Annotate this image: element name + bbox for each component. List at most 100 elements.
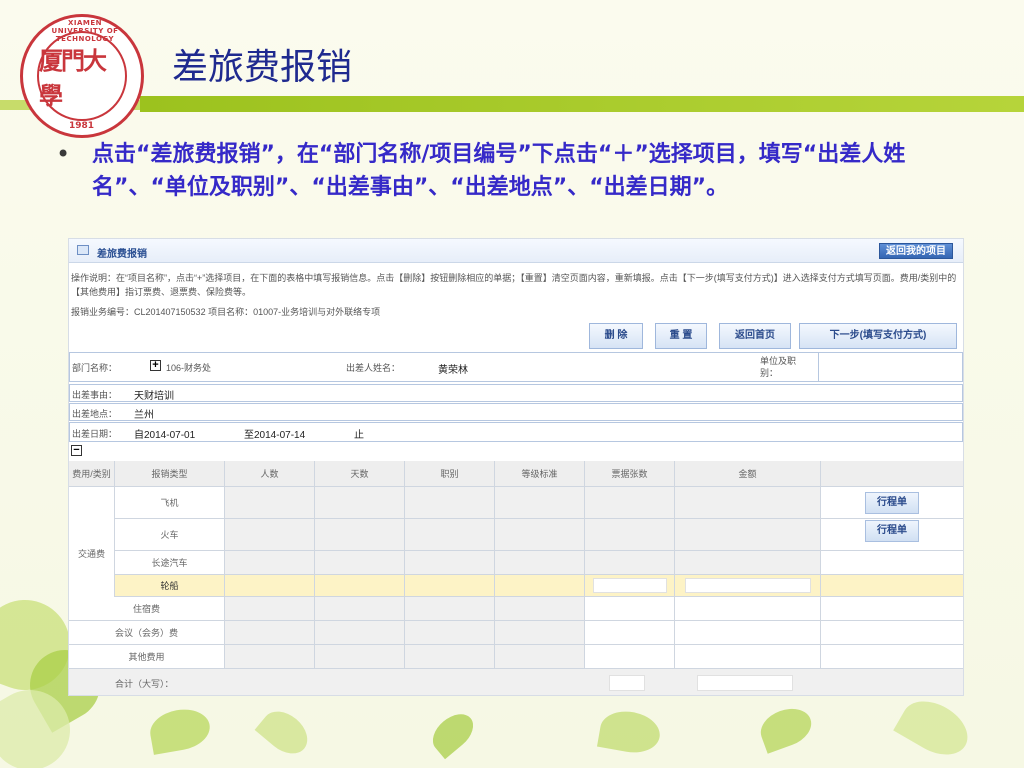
lodging-action-cell	[821, 597, 963, 621]
form-row-place: 出差地点： 兰州	[69, 403, 963, 421]
train-standard-cell[interactable]	[495, 519, 585, 551]
app-title: 差旅费报销	[97, 249, 147, 260]
app-header: 差旅费报销 返回我的项目	[69, 239, 963, 263]
train-itinerary-button[interactable]: 行程单	[865, 519, 919, 542]
university-logo: 厦門大學 XIAMEN UNIVERSITY OF TECHNOLOGY 198…	[20, 14, 144, 138]
lodging-people-cell[interactable]	[225, 597, 315, 621]
row-type-train: 火车	[115, 519, 225, 551]
delete-button[interactable]: 删 除	[589, 323, 643, 349]
meeting-people-cell[interactable]	[225, 621, 315, 645]
meeting-days-cell[interactable]	[315, 621, 405, 645]
plane-standard-cell[interactable]	[495, 487, 585, 519]
ship-action-cell	[821, 575, 963, 597]
reason-field[interactable]: 天财培训	[134, 387, 174, 402]
ship-amount-cell	[675, 575, 821, 597]
plane-receipts-cell[interactable]	[585, 487, 675, 519]
form-row-dept: 部门名称： + 106-财务处 出差人姓名： 黄荣林 单位及职别：	[69, 352, 963, 382]
other-action-cell	[821, 645, 963, 669]
ship-days-cell[interactable]	[315, 575, 405, 597]
date-to-field[interactable]: 至2014-07-14	[244, 426, 305, 441]
row-type-other: 其他费用	[69, 645, 225, 669]
other-amount-cell[interactable]	[675, 645, 821, 669]
bullet-symbol: •	[56, 140, 71, 168]
form-row-date: 出差日期： 自2014-07-01 至2014-07-14 止	[69, 422, 963, 442]
slide-title: 差旅费报销	[172, 47, 353, 88]
ship-rank-cell[interactable]	[405, 575, 495, 597]
form-row-reason: 出差事由： 天财培训	[69, 384, 963, 402]
other-people-cell[interactable]	[225, 645, 315, 669]
other-days-cell[interactable]	[315, 645, 405, 669]
train-days-cell[interactable]	[315, 519, 405, 551]
row-type-ship: 轮船	[115, 575, 225, 597]
place-field[interactable]: 兰州	[134, 406, 154, 421]
meeting-action-cell	[821, 621, 963, 645]
meeting-rank-cell[interactable]	[405, 621, 495, 645]
meeting-receipts-cell[interactable]	[585, 621, 675, 645]
lodging-amount-cell[interactable]	[675, 597, 821, 621]
window-icon	[77, 245, 89, 255]
other-receipts-cell[interactable]	[585, 645, 675, 669]
traveler-name-field[interactable]: 黄荣林	[438, 361, 468, 376]
place-label: 出差地点：	[72, 409, 118, 419]
logo-year: 1981	[69, 121, 95, 131]
add-project-icon[interactable]: +	[150, 360, 161, 371]
ship-receipts-input[interactable]	[593, 578, 667, 593]
logo-ring-text: XIAMEN UNIVERSITY OF TECHNOLOGY	[51, 19, 119, 43]
grid-header-amount: 金额	[675, 461, 821, 487]
next-step-button[interactable]: 下一步(填写支付方式)	[799, 323, 957, 349]
grid-header-receipts: 票据张数	[585, 461, 675, 487]
date-from-field[interactable]: 自2014-07-01	[134, 426, 195, 441]
grid-header-standard: 等级标准	[495, 461, 585, 487]
bus-people-cell[interactable]	[225, 551, 315, 575]
meeting-amount-cell[interactable]	[675, 621, 821, 645]
row-type-bus: 长途汽车	[115, 551, 225, 575]
operation-instructions: 操作说明：在“项目名称”，点击“+”选择项目，在下面的表格中填写报销信息。点击【…	[71, 273, 957, 297]
bus-action-cell	[821, 551, 963, 575]
date-label: 出差日期：	[72, 429, 118, 439]
collapse-icon[interactable]: −	[71, 445, 82, 456]
meeting-standard-cell[interactable]	[495, 621, 585, 645]
ship-amount-input[interactable]	[685, 578, 811, 593]
grid-header-people: 人数	[225, 461, 315, 487]
row-type-lodging: 住宿费	[69, 597, 225, 621]
lodging-days-cell[interactable]	[315, 597, 405, 621]
lodging-rank-cell[interactable]	[405, 597, 495, 621]
train-receipts-cell[interactable]	[585, 519, 675, 551]
logo-emblem: 厦門大學	[37, 31, 127, 121]
bus-rank-cell[interactable]	[405, 551, 495, 575]
train-action-cell: 行程单	[821, 519, 963, 551]
row-type-plane: 飞机	[115, 487, 225, 519]
expense-grid: 费用/类别 报销类型 人数 天数 职别 等级标准 票据张数 金额 交通费 飞机 …	[69, 461, 963, 695]
plane-days-cell[interactable]	[315, 487, 405, 519]
bus-days-cell[interactable]	[315, 551, 405, 575]
bus-amount-cell[interactable]	[675, 551, 821, 575]
plane-people-cell[interactable]	[225, 487, 315, 519]
reset-button[interactable]: 重 置	[655, 323, 707, 349]
plane-itinerary-button[interactable]: 行程单	[865, 491, 919, 514]
plane-rank-cell[interactable]	[405, 487, 495, 519]
position-field[interactable]	[818, 353, 963, 381]
lodging-receipts-cell[interactable]	[585, 597, 675, 621]
ship-standard-cell[interactable]	[495, 575, 585, 597]
total-receipts-field	[609, 675, 645, 691]
reason-label: 出差事由：	[72, 390, 118, 400]
bus-standard-cell[interactable]	[495, 551, 585, 575]
other-standard-cell[interactable]	[495, 645, 585, 669]
other-rank-cell[interactable]	[405, 645, 495, 669]
return-my-project-button[interactable]: 返回我的项目	[879, 243, 953, 259]
train-people-cell[interactable]	[225, 519, 315, 551]
return-home-button[interactable]: 返回首页	[719, 323, 791, 349]
position-label: 单位及职别：	[760, 356, 797, 378]
grid-header-rank: 职别	[405, 461, 495, 487]
ship-people-cell[interactable]	[225, 575, 315, 597]
bus-receipts-cell[interactable]	[585, 551, 675, 575]
plane-amount-cell[interactable]	[675, 487, 821, 519]
ship-receipts-cell	[585, 575, 675, 597]
lodging-standard-cell[interactable]	[495, 597, 585, 621]
total-amount-field	[697, 675, 793, 691]
train-rank-cell[interactable]	[405, 519, 495, 551]
train-amount-cell[interactable]	[675, 519, 821, 551]
header-band	[140, 96, 1024, 112]
total-row: 合计（大写）：	[69, 669, 963, 695]
row-type-meeting: 会议（会务）费	[69, 621, 225, 645]
